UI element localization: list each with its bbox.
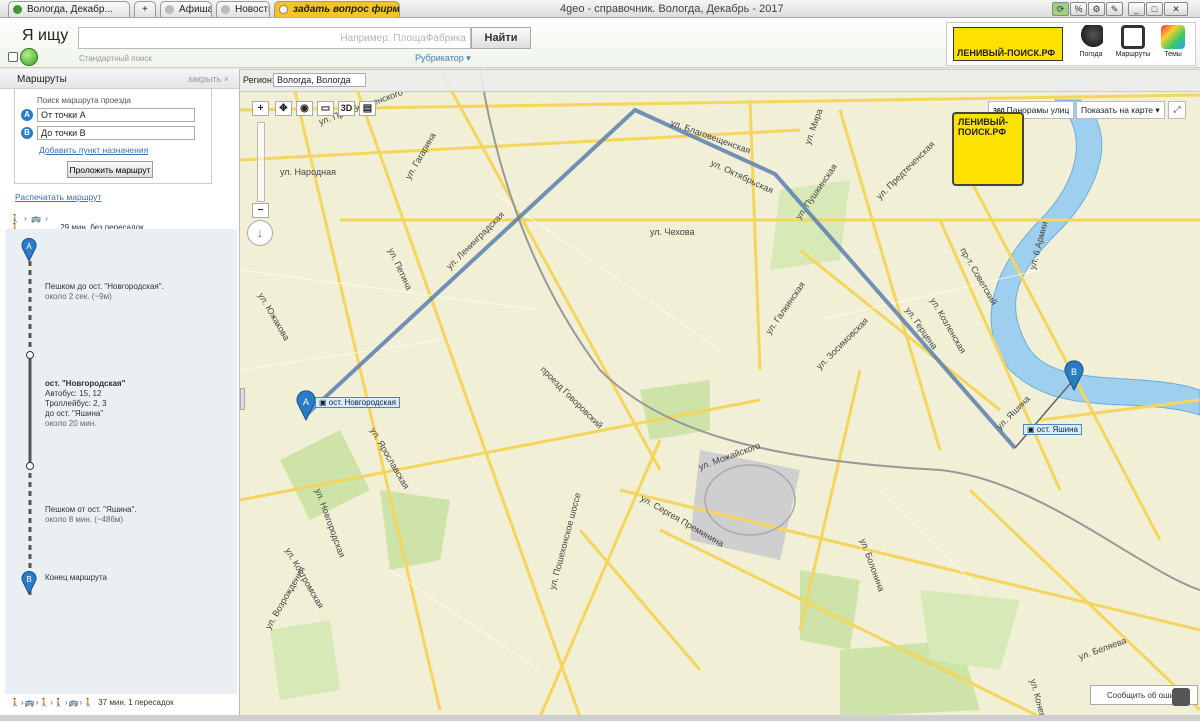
palette-icon <box>1161 25 1185 49</box>
region-select[interactable]: Вологда, Вологда <box>273 73 366 87</box>
svg-text:A: A <box>26 242 32 251</box>
refresh-icon[interactable]: ⟳ <box>1052 2 1069 16</box>
percent-icon[interactable]: % <box>1070 2 1087 16</box>
new-tab-button[interactable]: + <box>134 1 156 17</box>
route-steps: A Пешком до ост. "Новгородская". около 2 … <box>5 229 237 694</box>
close-button[interactable]: ✕ <box>1164 2 1188 16</box>
routes-widget[interactable]: Маршруты <box>1113 25 1153 58</box>
settings-icon[interactable]: ⚙ <box>1088 2 1105 16</box>
tab-news[interactable]: Новости <box>216 1 270 17</box>
point-a-icon: A <box>21 109 33 121</box>
step-walk-to-stop: Пешком до ост. "Новгородская". около 2 се… <box>45 282 164 301</box>
bus-stop-icon: ▣ <box>319 398 329 407</box>
find-button[interactable]: Найти <box>471 27 531 49</box>
step-walk-from-stop: Пешком от ост. "Яшина". около 8 мин. (~48… <box>45 505 137 524</box>
cloud-icon <box>1079 25 1103 49</box>
rubricator-link[interactable]: Рубрикатор ▾ <box>415 53 471 64</box>
speech-icon <box>279 5 288 14</box>
add-destination-link[interactable]: Добавить пункт назначения <box>39 145 148 155</box>
fullscreen-icon[interactable]: ⤢ <box>1168 101 1186 119</box>
svg-text:B: B <box>1071 367 1077 377</box>
tab-icon <box>165 5 174 14</box>
panel-header: Маршруты закрыть × <box>0 69 239 89</box>
route-search-box: Поиск маршрута проезда A От точки А B До… <box>14 88 212 184</box>
route-summary-top[interactable]: 🚶 › 🚌 › 🚶 29 мин. без пересадок <box>10 212 235 232</box>
header-widgets: ЛЕНИВЫЙ-ПОИСК.РФ Погода Маршруты Темы <box>946 22 1196 66</box>
status-bar <box>0 715 1200 721</box>
step-end: Конец маршрута <box>45 573 107 582</box>
route-node <box>26 351 34 359</box>
to-point-input[interactable]: До точки В <box>37 126 195 140</box>
build-route-button[interactable]: Проложить маршрут <box>67 161 153 178</box>
route-node <box>26 462 34 470</box>
routes-panel: Маршруты закрыть × Поиск маршрута проезд… <box>0 69 240 715</box>
bus-icon <box>1121 25 1145 49</box>
standard-search-link[interactable]: Стандартный поиск <box>79 54 152 63</box>
svg-text:A: A <box>303 397 309 407</box>
bus-stop-icon: ▣ <box>1027 425 1037 434</box>
park-area <box>800 570 860 650</box>
stop-label-yashina[interactable]: ▣ ост. Яшина <box>1023 424 1082 435</box>
zoom-out-button[interactable]: − <box>252 203 269 218</box>
logo-ball-icon <box>20 48 38 66</box>
park-area <box>270 620 340 700</box>
tab-vologda[interactable]: Вологда, Декабр... <box>8 1 130 17</box>
app-header: Я ищу Например: ПлощаФабрика Найти Станд… <box>0 18 1200 68</box>
region-bar: Регион: Вологда, Вологда <box>240 70 1200 92</box>
pause-icon[interactable] <box>1172 688 1190 706</box>
minimize-button[interactable]: _ <box>1128 2 1145 16</box>
marker-a-icon: A <box>21 237 37 263</box>
lazy-search-banner[interactable]: ЛЕНИВЫЙ-ПОИСК.РФ <box>953 27 1063 61</box>
marker-b-icon: B <box>21 570 37 596</box>
svg-text:B: B <box>26 575 31 584</box>
map-pin-icon[interactable] <box>8 52 18 62</box>
tab-ask-firms[interactable]: задать вопрос фирмам <box>274 1 400 17</box>
compass-icon[interactable]: ↓ <box>247 220 273 246</box>
print-route-link[interactable]: Распечатать маршрут <box>15 192 101 202</box>
panel-collapse-handle[interactable] <box>240 388 245 410</box>
from-point-input[interactable]: От точки А <box>37 108 195 122</box>
search-input[interactable]: Например: ПлощаФабрика <box>78 27 471 49</box>
map-ad-banner[interactable]: ЛЕНИВЫЙ-ПОИСК.РФ <box>952 112 1024 186</box>
route-search-title: Поиск маршрута проезда <box>37 96 131 105</box>
route-line <box>28 261 32 596</box>
map-view[interactable]: A B ул. Благовещенская ул. Октябрьская у… <box>240 69 1200 716</box>
panel-title: Маршруты <box>17 74 67 85</box>
browser-titlebar: Вологда, Декабр... + Афиша Новости задат… <box>0 0 1200 18</box>
step-transit: ост. "Новгородская" Автобус: 15, 12 Тролле… <box>45 379 126 428</box>
show-on-map-dropdown[interactable]: Показать на карте ▾ <box>1076 101 1165 119</box>
print-map-icon[interactable]: ▤ <box>359 101 376 116</box>
pan-icon[interactable]: ✥ <box>275 101 292 116</box>
point-b-icon: B <box>21 127 33 139</box>
walk-bus-transfer-icon: 🚶›🚌›🚶›🚶›🚌›🚶 <box>10 698 95 707</box>
globe-icon <box>13 5 22 14</box>
stop-label-novgorodskaya[interactable]: ▣ ост. Новгородская <box>315 397 400 408</box>
street-label: ул. Чехова <box>650 227 694 237</box>
map-canvas[interactable]: A B ул. Благовещенская ул. Октябрьская у… <box>240 70 1200 716</box>
tab-icon <box>221 5 230 14</box>
target-icon[interactable]: ◉ <box>296 101 313 116</box>
keyboard-icon[interactable]: ▭ <box>317 101 334 116</box>
zoom-in-button[interactable]: + <box>252 101 269 116</box>
window-title: 4geo - справочник. Вологда, Декабрь - 20… <box>560 3 784 15</box>
tab-afisha[interactable]: Афиша <box>160 1 212 17</box>
zoom-slider[interactable] <box>257 122 265 202</box>
view-3d-button[interactable]: 3D <box>338 101 355 116</box>
logo-text: Я ищу <box>22 27 69 44</box>
street-label: ул. Народная <box>280 167 336 177</box>
themes-widget[interactable]: Темы <box>1153 25 1193 58</box>
wrench-icon[interactable]: ✎ <box>1106 2 1123 16</box>
weather-widget[interactable]: Погода <box>1071 25 1111 58</box>
close-panel-button[interactable]: закрыть × <box>188 74 229 84</box>
maximize-button[interactable]: □ <box>1146 2 1163 16</box>
route-summary-bottom[interactable]: 🚶›🚌›🚶›🚶›🚌›🚶 37 мин. 1 пересадок <box>10 696 235 710</box>
region-label: Регион: <box>243 75 275 85</box>
